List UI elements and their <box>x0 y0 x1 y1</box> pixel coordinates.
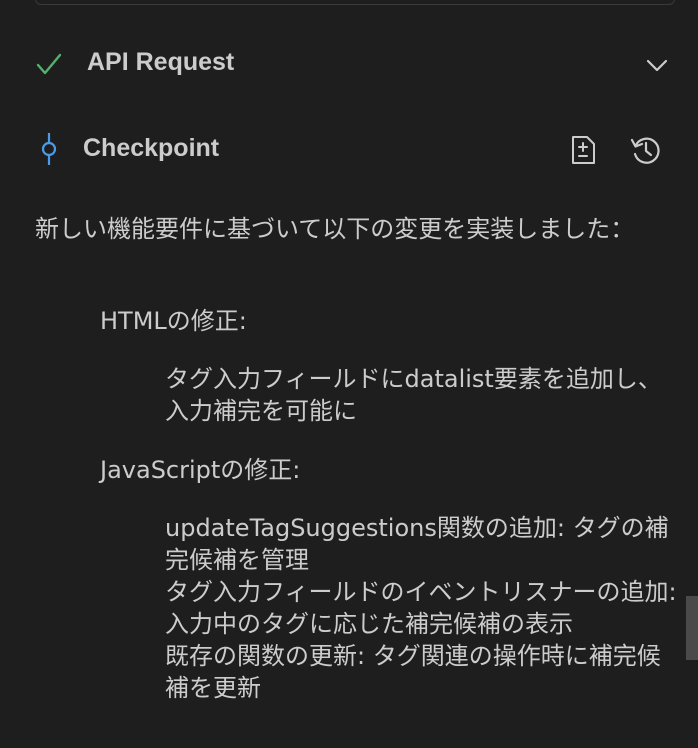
check-icon <box>36 53 62 75</box>
previous-block-border <box>35 0 675 5</box>
section-items-javascript: updateTagSuggestions関数の追加: タグの補完候補を管理 タグ… <box>165 512 680 704</box>
restore-history-icon[interactable] <box>629 134 663 166</box>
compare-diff-icon[interactable] <box>568 134 598 166</box>
section-heading-html: HTMLの修正: <box>100 307 247 335</box>
api-request-title: API Request <box>87 48 235 76</box>
message-intro: 新しい機能要件に基づいて以下の変更を実装しました： <box>35 215 635 243</box>
list-item: タグ入力フィールドにdatalist要素を追加し、入力補完を可能に <box>165 365 662 425</box>
section-heading-javascript: JavaScriptの修正: <box>100 456 301 484</box>
list-item: 既存の関数の更新: タグ関連の操作時に補完候補を更新 <box>165 642 661 702</box>
list-item: updateTagSuggestions関数の追加: タグの補完候補を管理 <box>165 514 669 574</box>
list-item: タグ入力フィールドのイベントリスナーの追加: 入力中のタグに応じた補完候補の表示 <box>165 578 677 638</box>
checkpoint-title: Checkpoint <box>83 134 220 162</box>
chevron-down-icon[interactable] <box>644 52 670 78</box>
checkpoint-icon <box>41 133 57 165</box>
scrollbar-thumb[interactable] <box>686 596 698 660</box>
